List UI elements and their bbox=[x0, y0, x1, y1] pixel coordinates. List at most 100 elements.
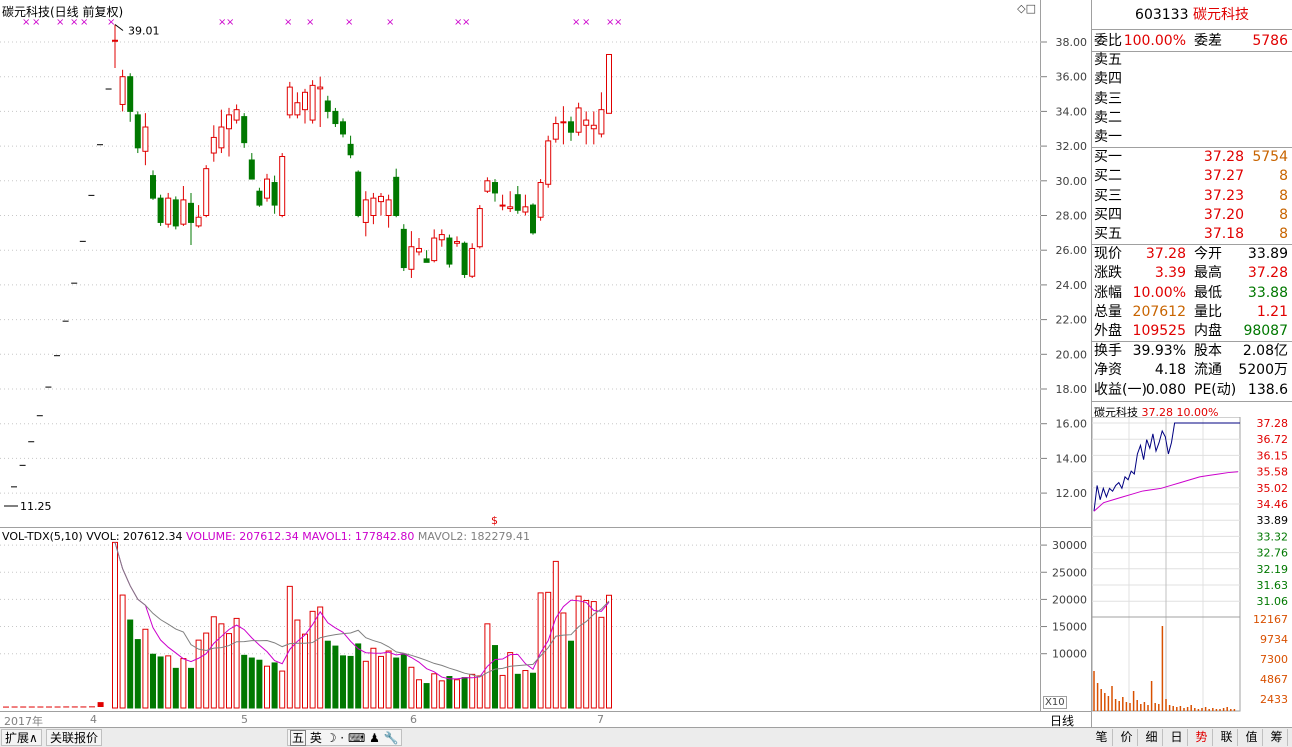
stat-row[interactable]: 涨幅 10.00% 最低 33.88 bbox=[1094, 284, 1290, 303]
tab-7[interactable]: 筹 bbox=[1266, 729, 1288, 746]
bid-row[interactable]: 买五 37.18 8 bbox=[1094, 225, 1290, 244]
keyboard-icon[interactable]: ⌨ bbox=[348, 731, 365, 745]
candle-body bbox=[416, 247, 422, 253]
volume-bar bbox=[431, 673, 438, 709]
stat-label-2: 股本 bbox=[1194, 343, 1222, 359]
quote-header: 603133 碳元科技 bbox=[1092, 0, 1292, 30]
volume-bar bbox=[370, 647, 377, 709]
volume-bar bbox=[583, 599, 590, 709]
candle-body bbox=[454, 241, 460, 244]
candle-body bbox=[606, 53, 612, 114]
volume-chart-panel[interactable]: VOL-TDX(5,10) VVOL: 207612.34 VOLUME: 20… bbox=[0, 528, 1041, 711]
candle-body bbox=[378, 195, 384, 203]
vol-bar-pre bbox=[80, 706, 87, 708]
stat-value-2: 33.88 bbox=[1247, 284, 1288, 301]
signal-marker: × bbox=[56, 17, 64, 28]
intraday-mini-chart[interactable]: 37.28 36.72 36.15 35.58 35.02 34.46 33.89 33.32… bbox=[1092, 417, 1292, 723]
tab-4[interactable]: 势 bbox=[1191, 729, 1213, 746]
tab-6[interactable]: 值 bbox=[1241, 729, 1263, 746]
volume-bar bbox=[454, 679, 460, 709]
candle-body bbox=[552, 123, 559, 140]
ask-label: 卖一 bbox=[1094, 129, 1122, 146]
vol-bar-pre bbox=[54, 706, 61, 708]
candle-body bbox=[226, 114, 232, 130]
vol-tick-label: 10000 bbox=[1052, 648, 1087, 661]
tab-3[interactable]: 日 bbox=[1166, 729, 1188, 746]
volume-bar bbox=[172, 667, 179, 709]
bid-row[interactable]: 买一 37.28 5754 bbox=[1094, 148, 1290, 167]
candle-body bbox=[476, 208, 483, 248]
volume-axis: 30000 25000 20000 15000 10000 X10 bbox=[1041, 528, 1091, 711]
mini-vol-label: 7300 bbox=[1260, 653, 1288, 666]
ime-lang[interactable]: 英 bbox=[310, 731, 322, 745]
ask-row[interactable]: 卖四 bbox=[1094, 70, 1290, 89]
candle-body bbox=[400, 228, 407, 269]
stat-row[interactable]: 净资 4.18 流通 5200万 bbox=[1094, 361, 1290, 380]
related-quotes-button[interactable]: 关联报价 bbox=[46, 729, 103, 746]
vol-bar-pre bbox=[71, 706, 78, 708]
stat-label-2: 流通 bbox=[1194, 362, 1222, 379]
volume-bar bbox=[248, 657, 255, 709]
stock-name: 碳元科技 bbox=[1192, 7, 1249, 23]
time-label-jun: 6 bbox=[410, 713, 417, 726]
mini-price-label: 33.32 bbox=[1257, 530, 1289, 543]
ask-label: 卖五 bbox=[1094, 52, 1122, 68]
candle-body bbox=[461, 242, 468, 275]
stat-label: 涨跌 bbox=[1094, 265, 1122, 282]
stat-row[interactable]: 现价 37.28 今开 33.89 bbox=[1094, 245, 1290, 264]
volume-bar bbox=[165, 655, 172, 709]
stat-row[interactable]: 收益(一) 0.080 PE(动) 138.6 bbox=[1094, 381, 1290, 400]
stat-value-2: 1.21 bbox=[1256, 303, 1288, 320]
ask-row[interactable]: 卖三 bbox=[1094, 90, 1290, 109]
dot-icon[interactable]: · bbox=[340, 731, 344, 745]
expand-button[interactable]: 扩展∧ bbox=[1, 729, 42, 746]
candle-body bbox=[309, 84, 316, 121]
candle-body bbox=[362, 199, 369, 223]
candle-body bbox=[264, 178, 270, 199]
stock-code: 603133 bbox=[1135, 7, 1189, 23]
bid-label: 买二 bbox=[1094, 168, 1122, 185]
stat-row[interactable]: 换手 39.93% 股本 2.08亿 bbox=[1094, 342, 1290, 361]
stat-value-2: 5200万 bbox=[1238, 362, 1288, 379]
volume-bar bbox=[241, 654, 248, 709]
stat-row[interactable]: 外盘 109525 内盘 98087 bbox=[1094, 322, 1290, 341]
volume-bar bbox=[203, 632, 210, 709]
time-label-may: 5 bbox=[241, 713, 248, 726]
candle-body bbox=[340, 121, 346, 135]
ask-row[interactable]: 卖一 bbox=[1094, 128, 1290, 147]
kline-chart-panel[interactable]: 碳元科技(日线 前复权) ◇□ × × × × × × × × × × × × × × × × × × 39.01 1… bbox=[0, 0, 1041, 528]
stat-label: 净资 bbox=[1094, 362, 1122, 379]
price-tick-label: 24.00 bbox=[1056, 279, 1088, 292]
tab-2[interactable]: 细 bbox=[1141, 729, 1163, 746]
candle-body bbox=[499, 204, 506, 207]
ask-row[interactable]: 卖五 bbox=[1094, 51, 1290, 70]
volume-bar bbox=[522, 670, 529, 709]
vol-tick-label: 20000 bbox=[1052, 593, 1087, 606]
volume-bar bbox=[598, 616, 605, 709]
stat-row[interactable]: 涨跌 3.39 最高 37.28 bbox=[1094, 264, 1290, 283]
volume-bar bbox=[324, 640, 331, 709]
stat-value-2: 98087 bbox=[1243, 323, 1288, 340]
bid-label: 买三 bbox=[1094, 187, 1122, 204]
volume-bar bbox=[469, 673, 476, 709]
tab-1[interactable]: 价 bbox=[1116, 729, 1138, 746]
stat-row[interactable]: 总量 207612 量比 1.21 bbox=[1094, 303, 1290, 322]
price-axis: 38.00 36.00 34.00 32.00 30.00 28.00 26.00 24.00… bbox=[1041, 0, 1091, 528]
ime-toolbar[interactable]: 五 英 ☽ · ⌨ ♟ 🔧 bbox=[287, 729, 402, 746]
mini-price-label: 36.15 bbox=[1257, 449, 1289, 462]
price-tick-label: 30.00 bbox=[1056, 175, 1088, 188]
ime-mode-icon[interactable]: 五 bbox=[290, 730, 307, 746]
tab-5[interactable]: 联 bbox=[1216, 729, 1238, 746]
vol-bar-pre bbox=[97, 702, 104, 707]
bid-row[interactable]: 买四 37.20 8 bbox=[1094, 206, 1290, 225]
bid-row[interactable]: 买三 37.23 8 bbox=[1094, 187, 1290, 206]
user-icon[interactable]: ♟ bbox=[369, 731, 380, 745]
wrench-icon[interactable]: 🔧 bbox=[384, 731, 399, 745]
volume-bar bbox=[142, 628, 149, 709]
moon-icon[interactable]: ☽ bbox=[326, 731, 337, 745]
ask-row[interactable]: 卖二 bbox=[1094, 109, 1290, 128]
bid-volume: 8 bbox=[1279, 168, 1288, 185]
tab-0[interactable]: 笔 bbox=[1091, 729, 1113, 746]
mini-vol-label: 9734 bbox=[1260, 633, 1288, 646]
bid-row[interactable]: 买二 37.27 8 bbox=[1094, 167, 1290, 186]
